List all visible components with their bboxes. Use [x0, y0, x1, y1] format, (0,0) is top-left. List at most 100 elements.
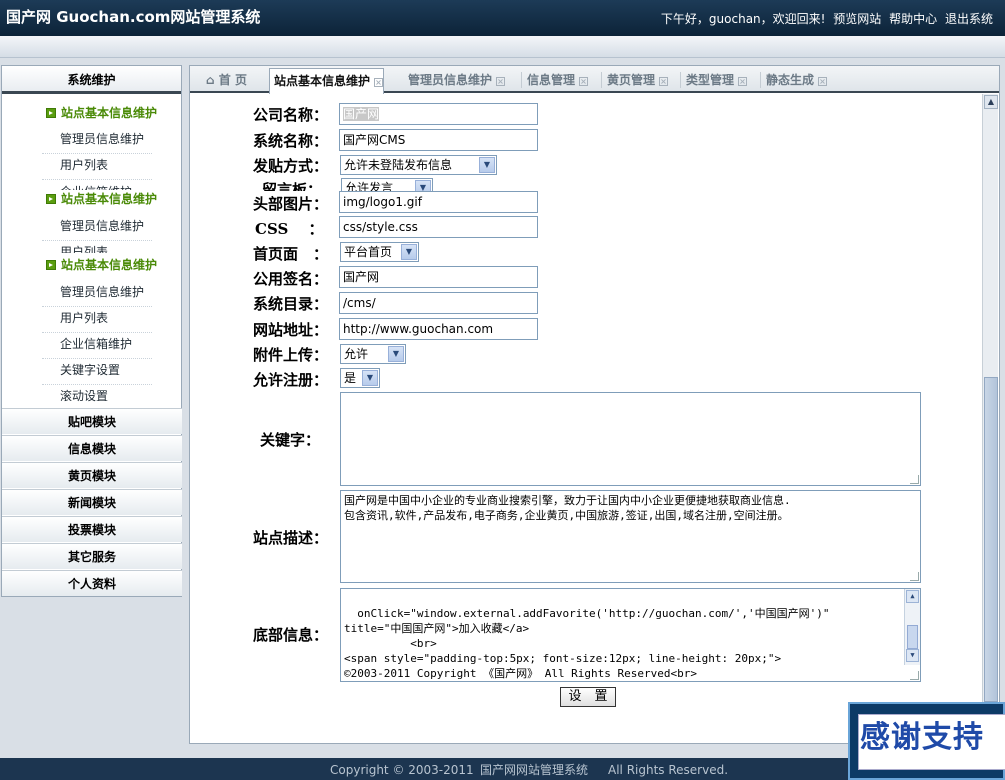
sidebar-head-system[interactable]: 系统维护 [2, 66, 181, 94]
submit-settings-button[interactable]: 设 置 [560, 687, 616, 707]
tab-label: 信息管理 [527, 73, 576, 87]
company-name-input[interactable]: 国产网 [339, 103, 538, 125]
sidebar-item-scroll-settings[interactable]: 滚动设置 [2, 385, 182, 407]
sidebar-item-admin-info[interactable]: 管理员信息维护 [2, 215, 182, 237]
sidebar-module-yellowpages[interactable]: 黄页模块 [2, 462, 182, 488]
homepage-select[interactable]: 平台首页 ▼ [340, 242, 419, 262]
company-name-label: 公司名称： [253, 106, 329, 124]
sub-header-bar [0, 36, 1005, 58]
greeting-text: 下午好，guochan，欢迎回来! [660, 12, 826, 26]
scroll-up-icon[interactable]: ▲ [984, 95, 998, 109]
tab-divider [680, 72, 681, 88]
sidebar-group-label: 站点基本信息维护 [61, 258, 158, 272]
close-icon[interactable]: × [659, 77, 669, 86]
post-mode-label: 发贴方式： [253, 157, 329, 175]
homepage-label: 首页面 ： [253, 245, 329, 263]
guestbook-value: 允许发言 [345, 181, 394, 191]
sidebar-item-admin-info[interactable]: 管理员信息维护 [2, 128, 182, 150]
system-dir-input[interactable]: /cms/ [339, 292, 538, 314]
sidebar-item-keywords[interactable]: 关键字设置 [2, 359, 182, 381]
close-icon[interactable]: × [496, 77, 506, 86]
tab-static-gen[interactable]: 静态生成 × [762, 69, 828, 91]
tab-label: 静态生成 [766, 73, 815, 87]
tab-home[interactable]: ⌂ 首 页 [202, 69, 247, 91]
logout-link[interactable]: 退出系统 [945, 12, 993, 26]
sidebar-module-profile[interactable]: 个人资料 [2, 570, 182, 596]
scroll-up-icon[interactable]: ▲ [906, 590, 919, 603]
tab-divider [521, 72, 522, 88]
sidebar-item-user-list[interactable]: 用户列表 [2, 241, 182, 253]
sidebar-module-forum[interactable]: 贴吧模块 [2, 408, 182, 434]
top-header: 国产网 Guochan.com网站管理系统 下午好，guochan，欢迎回来! … [0, 0, 1005, 36]
sidebar-item-admin-info[interactable]: 管理员信息维护 [2, 281, 182, 303]
user-bar: 下午好，guochan，欢迎回来! 预览网站 帮助中心 退出系统 [657, 10, 993, 27]
company-name-value: 国产网 [343, 107, 380, 121]
tab-label: 首 页 [218, 73, 247, 87]
footer-rights: All Rights Reserved. [608, 763, 729, 777]
description-label: 站点描述： [253, 529, 329, 547]
tab-bar: ⌂ 首 页 站点基本信息维护 × 管理员信息维护 × 信息管理 × 黄页管理 × 类型管… [190, 66, 999, 94]
tab-admin-info[interactable]: 管理员信息维护 × [404, 69, 506, 91]
close-icon[interactable]: × [579, 77, 589, 86]
promo-banner[interactable]: 感谢支持 [848, 702, 1005, 780]
system-name-input[interactable]: 国产网CMS [339, 129, 538, 151]
guestbook-row: 留言板： 允许发言 ▼ [250, 177, 550, 191]
signature-input[interactable]: 国产网 [339, 266, 538, 288]
footer-info-textarea[interactable]: onClick="window.external.addFavorite('ht… [340, 588, 921, 682]
resize-grip-icon[interactable] [910, 572, 919, 581]
sidebar-group-site-info[interactable]: 站点基本信息维护 [2, 254, 182, 276]
textarea-scrollbar[interactable]: ▲ ▼ [904, 589, 920, 665]
upload-label: 附件上传： [253, 346, 329, 364]
sidebar-item-user-list[interactable]: 用户列表 [2, 307, 182, 329]
scroll-thumb[interactable] [984, 377, 998, 702]
tab-type-manage[interactable]: 类型管理 × [682, 69, 748, 91]
chevron-down-icon: ▼ [388, 346, 404, 362]
sidebar-module-vote[interactable]: 投票模块 [2, 516, 182, 542]
page-scrollbar[interactable]: ▲ [982, 94, 998, 744]
sidebar-item-user-list[interactable]: 用户列表 [2, 154, 182, 176]
arrow-bullet-icon [46, 194, 56, 204]
sidebar-module-info[interactable]: 信息模块 [2, 435, 182, 461]
sidebar-group-label: 站点基本信息维护 [61, 192, 158, 206]
footer-copyright: Copyright © 2003-2011 [330, 763, 474, 777]
tab-site-info[interactable]: 站点基本信息维护 × [269, 68, 385, 94]
css-label: CSS ： [255, 220, 324, 238]
sidebar-group-site-info[interactable]: 站点基本信息维护 [2, 188, 182, 210]
sidebar-group-site-info[interactable]: 站点基本信息维护 [2, 102, 182, 124]
sidebar: 系统维护 站点基本信息维护 管理员信息维护 用户列表 企业信箱维护 站点基本信息… [1, 65, 182, 597]
site-url-label: 网站地址： [253, 321, 329, 339]
promo-text: 感谢支持 [860, 720, 984, 755]
home-icon: ⌂ [206, 73, 219, 87]
chevron-down-icon: ▼ [415, 180, 431, 191]
close-icon[interactable]: × [818, 77, 828, 86]
site-url-input[interactable]: http://www.guochan.com [339, 318, 538, 340]
sidebar-item-mailbox[interactable]: 企业信箱维护 [2, 333, 182, 355]
tab-info-manage[interactable]: 信息管理 × [523, 69, 589, 91]
scroll-thumb[interactable] [907, 625, 918, 649]
scroll-down-icon[interactable]: ▼ [906, 649, 919, 662]
tab-yellowpages-manage[interactable]: 黄页管理 × [603, 69, 669, 91]
upload-value: 允许 [344, 347, 369, 361]
css-input[interactable]: css/style.css [339, 216, 538, 238]
close-icon[interactable]: × [374, 78, 384, 87]
register-select[interactable]: 是 ▼ [340, 368, 380, 388]
post-mode-select[interactable]: 允许未登陆发布信息 ▼ [340, 155, 497, 175]
sidebar-module-news[interactable]: 新闻模块 [2, 489, 182, 515]
keywords-textarea[interactable] [340, 392, 921, 486]
resize-grip-icon[interactable] [910, 475, 919, 484]
resize-grip-icon[interactable] [910, 671, 919, 680]
preview-site-link[interactable]: 预览网站 [833, 12, 881, 26]
guestbook-select[interactable]: 允许发言 ▼ [341, 178, 433, 191]
sidebar-module-other[interactable]: 其它服务 [2, 543, 182, 569]
keywords-label: 关键字： [260, 431, 321, 449]
head-image-input[interactable]: img/logo1.gif [339, 191, 538, 213]
description-textarea[interactable]: 国产网是中国中小企业的专业商业搜索引擎，致力于让国内中小企业更便捷地获取商业信息… [340, 490, 921, 583]
register-value: 是 [344, 371, 357, 385]
help-center-link[interactable]: 帮助中心 [889, 12, 937, 26]
guestbook-label: 留言板： [262, 181, 323, 191]
upload-select[interactable]: 允许 ▼ [340, 344, 406, 364]
head-image-label: 头部图片： [253, 195, 329, 213]
chevron-down-icon: ▼ [401, 244, 417, 260]
footer-info-label: 底部信息： [253, 626, 329, 644]
close-icon[interactable]: × [738, 77, 748, 86]
